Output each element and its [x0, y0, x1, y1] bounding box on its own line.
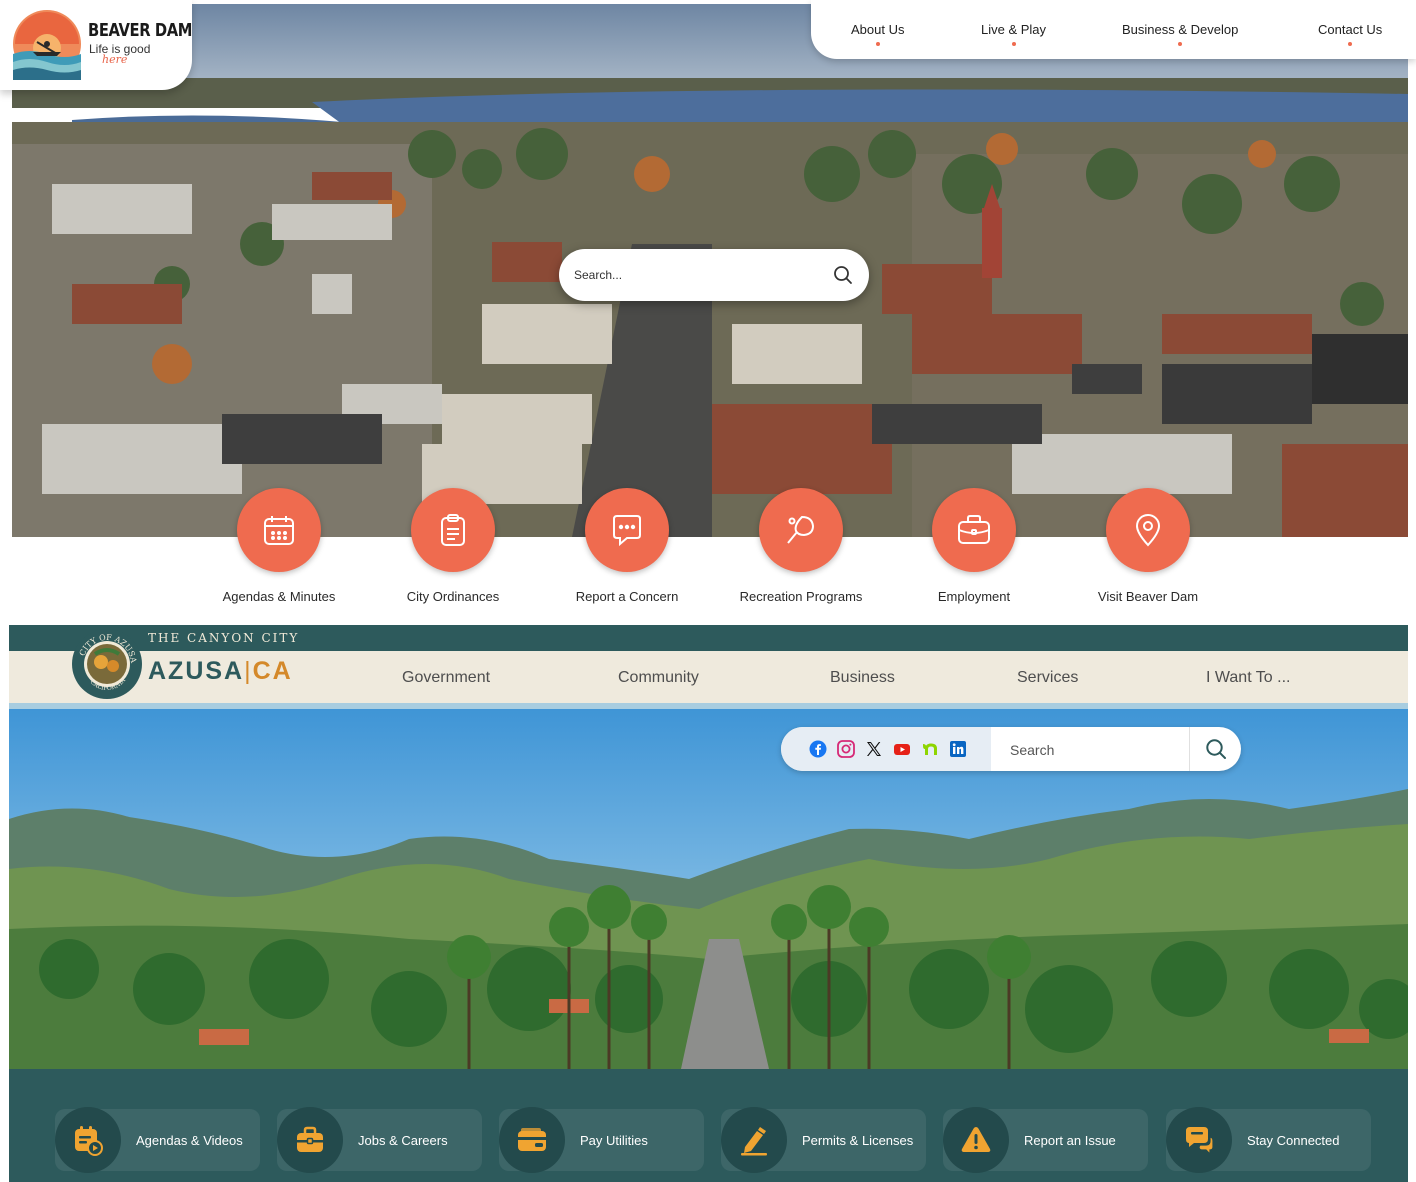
pencil-icon: [741, 1127, 767, 1156]
nav-business[interactable]: Business: [830, 669, 895, 687]
quick-link-label: Recreation Programs: [739, 589, 863, 604]
azusa-search-bar: Search: [781, 727, 1241, 771]
search-icon[interactable]: [833, 265, 853, 285]
chat-bubble-icon: [613, 515, 641, 547]
quick-link-label: Agendas & Videos: [136, 1133, 243, 1148]
search-button[interactable]: [1189, 727, 1241, 771]
nav-live-play-label: Live & Play: [981, 22, 1047, 37]
nav-about-us[interactable]: About Us: [851, 22, 905, 46]
nav-business-develop[interactable]: Business & Develop: [1122, 22, 1239, 46]
briefcase-icon: [297, 1126, 323, 1152]
quick-link-permits-licenses[interactable]: Permits & Licenses: [721, 1107, 926, 1173]
nextdoor-icon[interactable]: [921, 740, 939, 758]
nav-contact-us-label: Contact Us: [1318, 22, 1383, 37]
azusa-tagline: THE CANYON CITY: [148, 631, 300, 645]
calendar-icon: [264, 516, 294, 545]
quick-link-icon-circle: [1166, 1107, 1232, 1173]
quick-link-visit-beaver-dam[interactable]: Visit Beaver Dam: [1058, 488, 1238, 604]
warning-icon: [961, 1127, 991, 1152]
quick-link-label: Stay Connected: [1247, 1133, 1340, 1148]
clipboard-icon: [441, 514, 465, 546]
nav-dot-icon: [1348, 42, 1353, 46]
wordmark-city: AZUSA: [148, 657, 245, 685]
nav-business-develop-label: Business & Develop: [1122, 22, 1239, 37]
quick-link-label: Report a Concern: [575, 589, 679, 604]
quick-link-icon-circle: [943, 1107, 1009, 1173]
beaver-dam-logo-name: BEAVER DAM: [88, 20, 193, 41]
briefcase-icon: [958, 515, 990, 544]
chat-bubbles-icon: [1186, 1127, 1214, 1156]
quick-link-label: Visit Beaver Dam: [1097, 589, 1199, 604]
quick-link-label: Report an Issue: [1024, 1133, 1116, 1148]
azusa-quick-links-bar: Agendas & Videos Jobs & Careers Pay Util…: [9, 1069, 1408, 1182]
map-pin-icon: [1135, 514, 1161, 547]
nav-contact-us[interactable]: Contact Us: [1318, 22, 1383, 46]
quick-link-label: Employment: [937, 589, 1011, 604]
quick-link-circle: [759, 488, 843, 572]
page: BEAVER DAM Life is good here About Us Li…: [0, 0, 1416, 1182]
quick-link-pay-utilities[interactable]: Pay Utilities: [499, 1107, 704, 1173]
nav-live-play[interactable]: Live & Play: [981, 22, 1047, 46]
quick-link-circle: [585, 488, 669, 572]
city-seal-logo[interactable]: CITY OF AZUSA CALIFORNIA: [71, 628, 143, 700]
search-icon: [1205, 739, 1226, 759]
azusa-top-bar: THE CANYON CITY: [9, 625, 1408, 651]
quick-link-circle: [1106, 488, 1190, 572]
quick-link-label: Jobs & Careers: [358, 1133, 448, 1148]
nav-dot-icon: [875, 42, 880, 46]
wallet-icon: [518, 1128, 546, 1151]
search-input[interactable]: Search...: [574, 268, 622, 282]
wordmark-state: CA: [252, 657, 293, 685]
beaver-dam-logo-tagline-script: here: [102, 53, 128, 66]
nav-i-want-to[interactable]: I Want To ...: [1206, 669, 1290, 687]
youtube-icon[interactable]: [893, 740, 911, 758]
beaver-dam-search-box[interactable]: Search...: [559, 249, 869, 301]
beaver-dam-main-nav: About Us Live & Play Business & Develop …: [811, 0, 1416, 59]
quick-link-agendas-videos[interactable]: Agendas & Videos: [55, 1107, 260, 1173]
beaver-dam-kayaker-logo-icon: [13, 10, 81, 80]
social-links: [781, 727, 991, 771]
x-icon[interactable]: [865, 740, 883, 758]
quick-link-label: Agendas & Minutes: [222, 589, 336, 604]
quick-link-jobs-careers[interactable]: Jobs & Careers: [277, 1107, 482, 1173]
nav-dot-icon: [1178, 42, 1183, 46]
quick-link-circle: [411, 488, 495, 572]
quick-link-label: City Ordinances: [406, 589, 500, 604]
quick-link-circle: [237, 488, 321, 572]
instagram-icon[interactable]: [837, 740, 855, 758]
quick-link-label: Permits & Licenses: [802, 1133, 914, 1148]
beaver-dam-logo[interactable]: BEAVER DAM Life is good here: [0, 0, 192, 90]
facebook-icon[interactable]: [809, 740, 827, 758]
quick-link-recreation-programs[interactable]: Recreation Programs: [711, 488, 891, 604]
quick-link-icon-circle: [55, 1107, 121, 1173]
search-input[interactable]: Search: [1010, 742, 1054, 758]
quick-link-report-concern[interactable]: Report a Concern: [537, 488, 717, 604]
paddle-ball-icon: [787, 515, 815, 544]
quick-link-city-ordinances[interactable]: City Ordinances: [363, 488, 543, 604]
nav-about-us-label: About Us: [851, 22, 905, 37]
quick-link-icon-circle: [721, 1107, 787, 1173]
beaver-dam-site: BEAVER DAM Life is good here About Us Li…: [0, 0, 1416, 618]
azusa-site: THE CANYON CITY Government Community Bus…: [9, 625, 1408, 1182]
quick-link-report-issue[interactable]: Report an Issue: [943, 1107, 1148, 1173]
nav-community[interactable]: Community: [618, 669, 699, 687]
azusa-wordmark[interactable]: AZUSA|CA: [148, 657, 293, 686]
nav-government[interactable]: Government: [402, 669, 490, 687]
nav-services[interactable]: Services: [1017, 669, 1078, 687]
quick-link-stay-connected[interactable]: Stay Connected: [1166, 1107, 1371, 1173]
quick-link-circle: [932, 488, 1016, 572]
quick-link-employment[interactable]: Employment: [884, 488, 1064, 604]
quick-link-icon-circle: [277, 1107, 343, 1173]
quick-link-agendas-minutes[interactable]: Agendas & Minutes: [189, 488, 369, 604]
nav-dot-icon: [1011, 42, 1016, 46]
calendar-play-icon: [75, 1126, 103, 1156]
quick-link-icon-circle: [499, 1107, 565, 1173]
wordmark-separator: |: [244, 657, 253, 685]
linkedin-icon[interactable]: [949, 740, 967, 758]
quick-link-label: Pay Utilities: [580, 1133, 648, 1148]
